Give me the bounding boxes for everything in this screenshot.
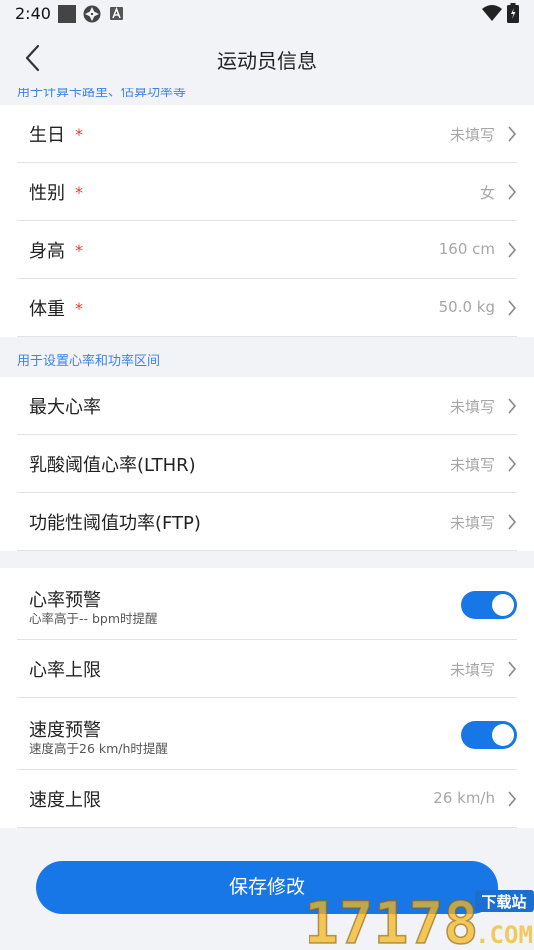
row-ftp[interactable]: 功能性阈值功率(FTP) 未填写: [17, 493, 517, 551]
toggle-knob: [492, 594, 514, 616]
chevron-right-icon: [508, 791, 517, 807]
row-label: 心率上限: [29, 660, 101, 681]
row-value: 女: [479, 184, 495, 202]
row-birthday[interactable]: 生日 * 未填写: [17, 105, 517, 163]
row-value: 160 cm: [438, 240, 495, 258]
chevron-right-icon: [508, 184, 517, 200]
navigation-bar: 运动员信息: [0, 28, 534, 88]
status-time: 2:40: [15, 4, 51, 23]
chevron-right-icon: [508, 300, 517, 316]
label-text: 体重: [29, 299, 65, 320]
watermark-badge: 下载站: [481, 893, 526, 911]
content-scroll[interactable]: 用于计算卡路里、估算功率等 生日 * 未填写 性别 * 女 身高 * 160 cm 体…: [0, 88, 534, 950]
row-label: 乳酸阈值心率(LTHR): [29, 455, 196, 476]
notification-square-icon: [58, 5, 76, 23]
battery-icon: [507, 3, 519, 23]
label-text: 身高: [29, 241, 65, 262]
status-bar: 2:40: [0, 0, 534, 28]
watermark-logo: 17178 下载站 .COM: [309, 888, 534, 950]
row-value: 未填写: [449, 126, 495, 144]
row-subtitle: 心率高于-- bpm时提醒: [29, 611, 158, 626]
row-value: 未填写: [449, 661, 495, 679]
row-lthr[interactable]: 乳酸阈值心率(LTHR) 未填写: [17, 435, 517, 493]
row-label: 身高 *: [29, 237, 83, 263]
required-mark: *: [75, 125, 83, 144]
row-label: 体重 *: [29, 295, 83, 321]
page-title: 运动员信息: [217, 49, 317, 73]
row-value: 未填写: [449, 514, 495, 532]
chevron-right-icon: [508, 242, 517, 258]
section-hint-zones: 用于设置心率和功率区间: [17, 354, 161, 369]
row-value: 26 km/h: [433, 789, 495, 807]
row-value: 未填写: [449, 398, 495, 416]
watermark-domain: .COM: [475, 921, 533, 949]
section-gap: [0, 551, 534, 568]
card-zones: 最大心率 未填写 乳酸阈值心率(LTHR) 未填写 功能性阈值功率(FTP) 未…: [0, 377, 534, 551]
row-weight[interactable]: 体重 * 50.0 kg: [17, 279, 517, 337]
card-body-metrics: 生日 * 未填写 性别 * 女 身高 * 160 cm 体重 * 50.0 kg: [0, 105, 534, 337]
row-value: 未填写: [449, 456, 495, 474]
row-subtitle: 速度高于26 km/h时提醒: [29, 741, 168, 756]
section-hint-body-metrics-container: 用于计算卡路里、估算功率等: [0, 88, 534, 105]
chevron-right-icon: [508, 514, 517, 530]
row-label: 功能性阈值功率(FTP): [29, 513, 201, 534]
label-text: 性别: [29, 183, 65, 204]
row-heart-rate-alert: 心率预警 心率高于-- bpm时提醒: [17, 568, 517, 640]
row-speed-alert: 速度预警 速度高于26 km/h时提醒: [17, 698, 517, 770]
aperture-icon: [83, 5, 101, 23]
speed-alert-toggle[interactable]: [461, 721, 517, 749]
row-max-heart-rate[interactable]: 最大心率 未填写: [17, 377, 517, 435]
row-heart-rate-limit[interactable]: 心率上限 未填写: [17, 640, 517, 698]
row-label: 最大心率: [29, 397, 101, 418]
row-value: 50.0 kg: [438, 298, 495, 316]
row-label: 性别 *: [29, 179, 83, 205]
row-gender[interactable]: 性别 * 女: [17, 163, 517, 221]
label-text: 生日: [29, 125, 65, 146]
required-mark: *: [75, 241, 83, 260]
row-height[interactable]: 身高 * 160 cm: [17, 221, 517, 279]
row-label: 生日 *: [29, 121, 83, 147]
toggle-knob: [492, 724, 514, 746]
required-mark: *: [75, 299, 83, 318]
row-label: 速度上限: [29, 790, 101, 811]
section-hint-body-metrics: 用于计算卡路里、估算功率等: [17, 88, 187, 100]
chevron-right-icon: [508, 398, 517, 414]
chevron-right-icon: [508, 456, 517, 472]
chevron-right-icon: [508, 661, 517, 677]
card-alerts: 心率预警 心率高于-- bpm时提醒 心率上限 未填写 速度预警 速度高于26 …: [0, 568, 534, 828]
watermark-digits: 17178: [309, 889, 478, 950]
wifi-icon: [482, 5, 502, 21]
row-speed-limit[interactable]: 速度上限 26 km/h: [17, 770, 517, 828]
heart-rate-alert-toggle[interactable]: [461, 591, 517, 619]
required-mark: *: [75, 183, 83, 202]
chevron-right-icon: [508, 126, 517, 142]
section-hint-zones-container: 用于设置心率和功率区间: [0, 337, 534, 377]
a-letter-icon: [110, 7, 123, 20]
